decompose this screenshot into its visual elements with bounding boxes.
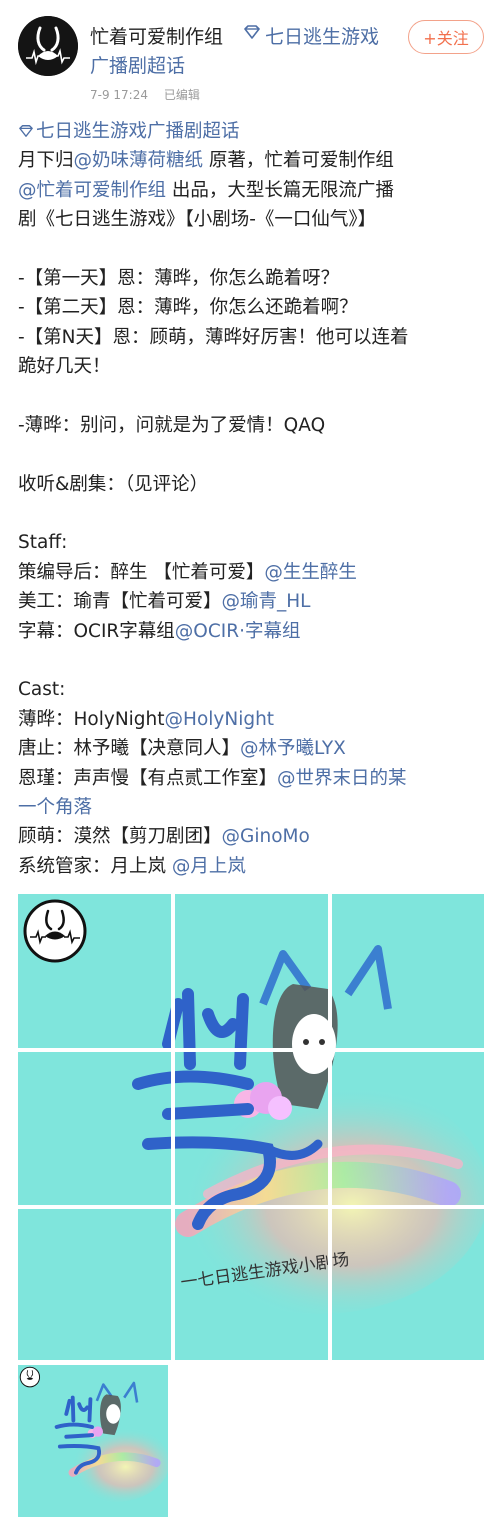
staff-role: 字幕：OCIR字幕组: [18, 620, 175, 642]
topic-line: 七日逃生游戏广播剧超话: [18, 117, 490, 146]
staff-role: 策编导后：醉生 【忙着可爱】: [18, 561, 265, 583]
topic-link[interactable]: 七日逃生游戏广播剧超话: [36, 121, 240, 142]
mention-link[interactable]: @生生醉生: [264, 562, 357, 583]
day-line: -【第二天】恩：薄晔，你怎么还跪着啊？: [18, 297, 358, 319]
cast-line: 薄晔：HolyNight@HolyNight: [18, 705, 490, 734]
day-line: -【第N天】恩：顾萌，薄晔好厉害！他可以连着: [18, 326, 409, 348]
mention-link[interactable]: @世界末日的某: [277, 768, 407, 789]
super-topic-link[interactable]: 七日逃生游戏: [265, 22, 379, 49]
mention-link[interactable]: @OCIR·字幕组: [175, 621, 301, 642]
post-content: 七日逃生游戏广播剧超话 月下归@奶味薄荷糖纸 原著，忙着可爱制作组 @忙着可爱制…: [18, 117, 490, 881]
intro-text: 出品，大型长篇无限流广播: [166, 179, 394, 201]
quote-line: -薄晔：别问，问就是为了爱情！QAQ: [18, 414, 326, 436]
cast-line: 恩瑾：声声慢【有点贰工作室】@世界末日的某: [18, 764, 490, 793]
poster-image: 一七日逃生游戏小剧场: [18, 894, 484, 1360]
listen-line: 收听&剧集：（见评论）: [18, 473, 209, 495]
rabbit-logo-icon: [23, 899, 87, 963]
mention-link[interactable]: @月上岚: [172, 856, 246, 877]
mention-link[interactable]: @HolyNight: [165, 709, 275, 730]
super-topic-icon: [19, 125, 33, 137]
cast-role: 恩瑾：声声慢【有点贰工作室】: [18, 767, 278, 789]
intro-line-1: 月下归@奶味薄荷糖纸 原著，忙着可爱制作组: [18, 146, 490, 175]
thumbnail-image[interactable]: [18, 1365, 168, 1517]
rabbit-logo-icon: [18, 16, 78, 76]
grid-divider: [18, 1048, 484, 1052]
cast-role: 顾萌：漠然【剪刀剧团】: [18, 826, 222, 848]
cast-line: 唐止：林予曦【决意同人】@林予曦LYX: [18, 734, 490, 763]
staff-line: 字幕：OCIR字幕组@OCIR·字幕组: [18, 617, 490, 646]
grid-divider: [171, 894, 175, 1360]
cast-role: 系统管家：月上岚: [18, 855, 172, 877]
cast-role: 唐止：林予曦【决意同人】: [18, 738, 241, 760]
intro-line-2: @忙着可爱制作组 出品，大型长篇无限流广播: [18, 176, 490, 205]
cast-line: 系统管家：月上岚 @月上岚: [18, 852, 490, 881]
grid-divider: [18, 1205, 484, 1209]
day-line: 跪好几天！: [18, 356, 111, 378]
super-topic-icon: [244, 25, 260, 39]
staff-line: 美工：瑜青【忙着可爱】@瑜青_HL: [18, 587, 490, 616]
post-header: 忙着可爱制作组 七日逃生游戏 广播剧超话 +关注 7-9 17:24 已编辑: [0, 0, 500, 110]
cast-line: 顾萌：漠然【剪刀剧团】@GinoMo: [18, 822, 490, 851]
follow-button[interactable]: +关注: [408, 20, 484, 54]
mention-link[interactable]: @忙着可爱制作组: [18, 180, 166, 201]
rabbit-logo-icon: [19, 1366, 41, 1388]
edited-label: 已编辑: [163, 88, 200, 102]
cast-line-cont: 一个角落: [18, 793, 490, 822]
cast-role: 薄晔：HolyNight: [18, 708, 165, 730]
cast-title: Cast:: [18, 679, 66, 701]
image-grid[interactable]: 一七日逃生游戏小剧场: [18, 894, 484, 1360]
post-meta: 7-9 17:24 已编辑: [90, 86, 212, 103]
mention-link-cont[interactable]: 一个角落: [18, 797, 92, 818]
mention-link[interactable]: @林予曦LYX: [240, 738, 346, 759]
author-avatar[interactable]: [18, 16, 78, 76]
staff-title: Staff:: [18, 532, 68, 554]
super-topic-link-cont[interactable]: 广播剧超话: [90, 51, 185, 78]
staff-line: 策编导后：醉生 【忙着可爱】@生生醉生: [18, 558, 490, 587]
post-date: 7-9 17:24: [90, 88, 148, 102]
staff-role: 美工：瑜青【忙着可爱】: [18, 591, 222, 613]
mention-link[interactable]: @奶味薄荷糖纸: [74, 150, 204, 171]
intro-text: 原著，忙着可爱制作组: [203, 150, 394, 172]
poster-thumbnail: [18, 1365, 168, 1517]
intro-text: 月下归: [18, 150, 74, 172]
day-line: -【第一天】恩：薄晔，你怎么跪着呀？: [18, 267, 340, 289]
author-name[interactable]: 忙着可爱制作组: [90, 22, 223, 49]
mention-link[interactable]: @GinoMo: [222, 826, 310, 847]
mention-link[interactable]: @瑜青_HL: [222, 591, 311, 612]
grid-divider: [328, 894, 332, 1360]
intro-line-3: 剧《七日逃生游戏》【小剧场-《一口仙气》】: [18, 209, 377, 231]
